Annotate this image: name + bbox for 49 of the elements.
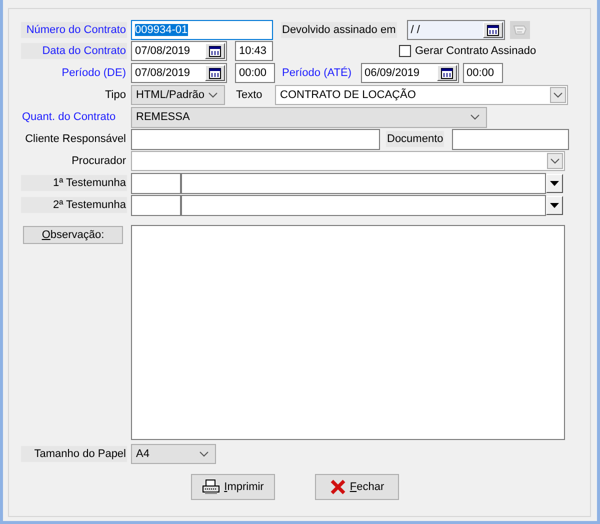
calendar-button[interactable] [205, 43, 225, 59]
field-label: Procurador [70, 154, 127, 169]
type-dropdown[interactable]: HTML/Padrão [131, 85, 225, 105]
chevron-down-icon [199, 451, 209, 457]
paper-size-dropdown[interactable]: A4 [131, 444, 216, 464]
field-label: Tamanho do Papel [21, 446, 127, 462]
calendar-button[interactable] [436, 65, 456, 81]
field-label: Quant. do Contrato [21, 110, 117, 125]
witness-name-field[interactable] [181, 194, 546, 216]
chevron-down-icon [208, 92, 218, 98]
field-label: Cliente Responsável [24, 132, 127, 147]
time-field[interactable]: 10:43 [235, 41, 273, 61]
date-field[interactable]: 07/08/2019 [131, 41, 227, 61]
chevron-down-icon [470, 114, 480, 120]
witness-code-field[interactable] [131, 194, 181, 216]
print-button[interactable]: Imprimir [191, 474, 275, 500]
chevron-down-icon [550, 158, 560, 164]
field-label: 2ª Testemunha [21, 197, 127, 213]
client-field[interactable] [131, 128, 380, 150]
printer-icon [202, 479, 220, 495]
quantity-dropdown[interactable]: REMESSA [131, 106, 487, 128]
field-label: Tipo [104, 88, 127, 103]
triangle-down-icon [550, 202, 559, 208]
witness-code-field[interactable] [131, 172, 181, 194]
generate-signed-checkbox[interactable]: Gerar Contrato Assinado [399, 45, 536, 57]
field-label: 1ª Testemunha [21, 175, 127, 191]
date-field[interactable]: / / [406, 20, 505, 40]
close-icon [330, 479, 346, 495]
field-label: Devolvido assinado em [281, 22, 397, 38]
date-field[interactable]: 06/09/2019 [360, 63, 458, 83]
close-button[interactable]: Fechar [315, 474, 399, 500]
field-label: Data do Contrato [21, 43, 127, 59]
calendar-button[interactable] [205, 65, 225, 81]
notes-button[interactable]: Observação: [23, 226, 123, 244]
text-dropdown[interactable]: CONTRATO DE LOCAÇÃO [275, 85, 568, 105]
contract-number-field[interactable]: 009934-01 [131, 20, 273, 40]
field-label: Período (ATÉ) [281, 66, 352, 81]
chevron-down-icon [553, 92, 563, 98]
field-label: Número do Contrato [21, 22, 127, 38]
triangle-down-icon [550, 180, 559, 186]
date-field[interactable]: 07/08/2019 [131, 63, 227, 83]
field-label: Período (DE) [60, 66, 127, 81]
field-label: Texto [235, 88, 264, 103]
calendar-button[interactable] [482, 22, 503, 38]
document-field[interactable] [452, 128, 569, 150]
time-field[interactable]: 00:00 [235, 63, 275, 83]
witness-name-field[interactable] [181, 172, 546, 194]
time-field[interactable]: 00:00 [462, 63, 502, 83]
field-label: Documento [386, 131, 444, 147]
